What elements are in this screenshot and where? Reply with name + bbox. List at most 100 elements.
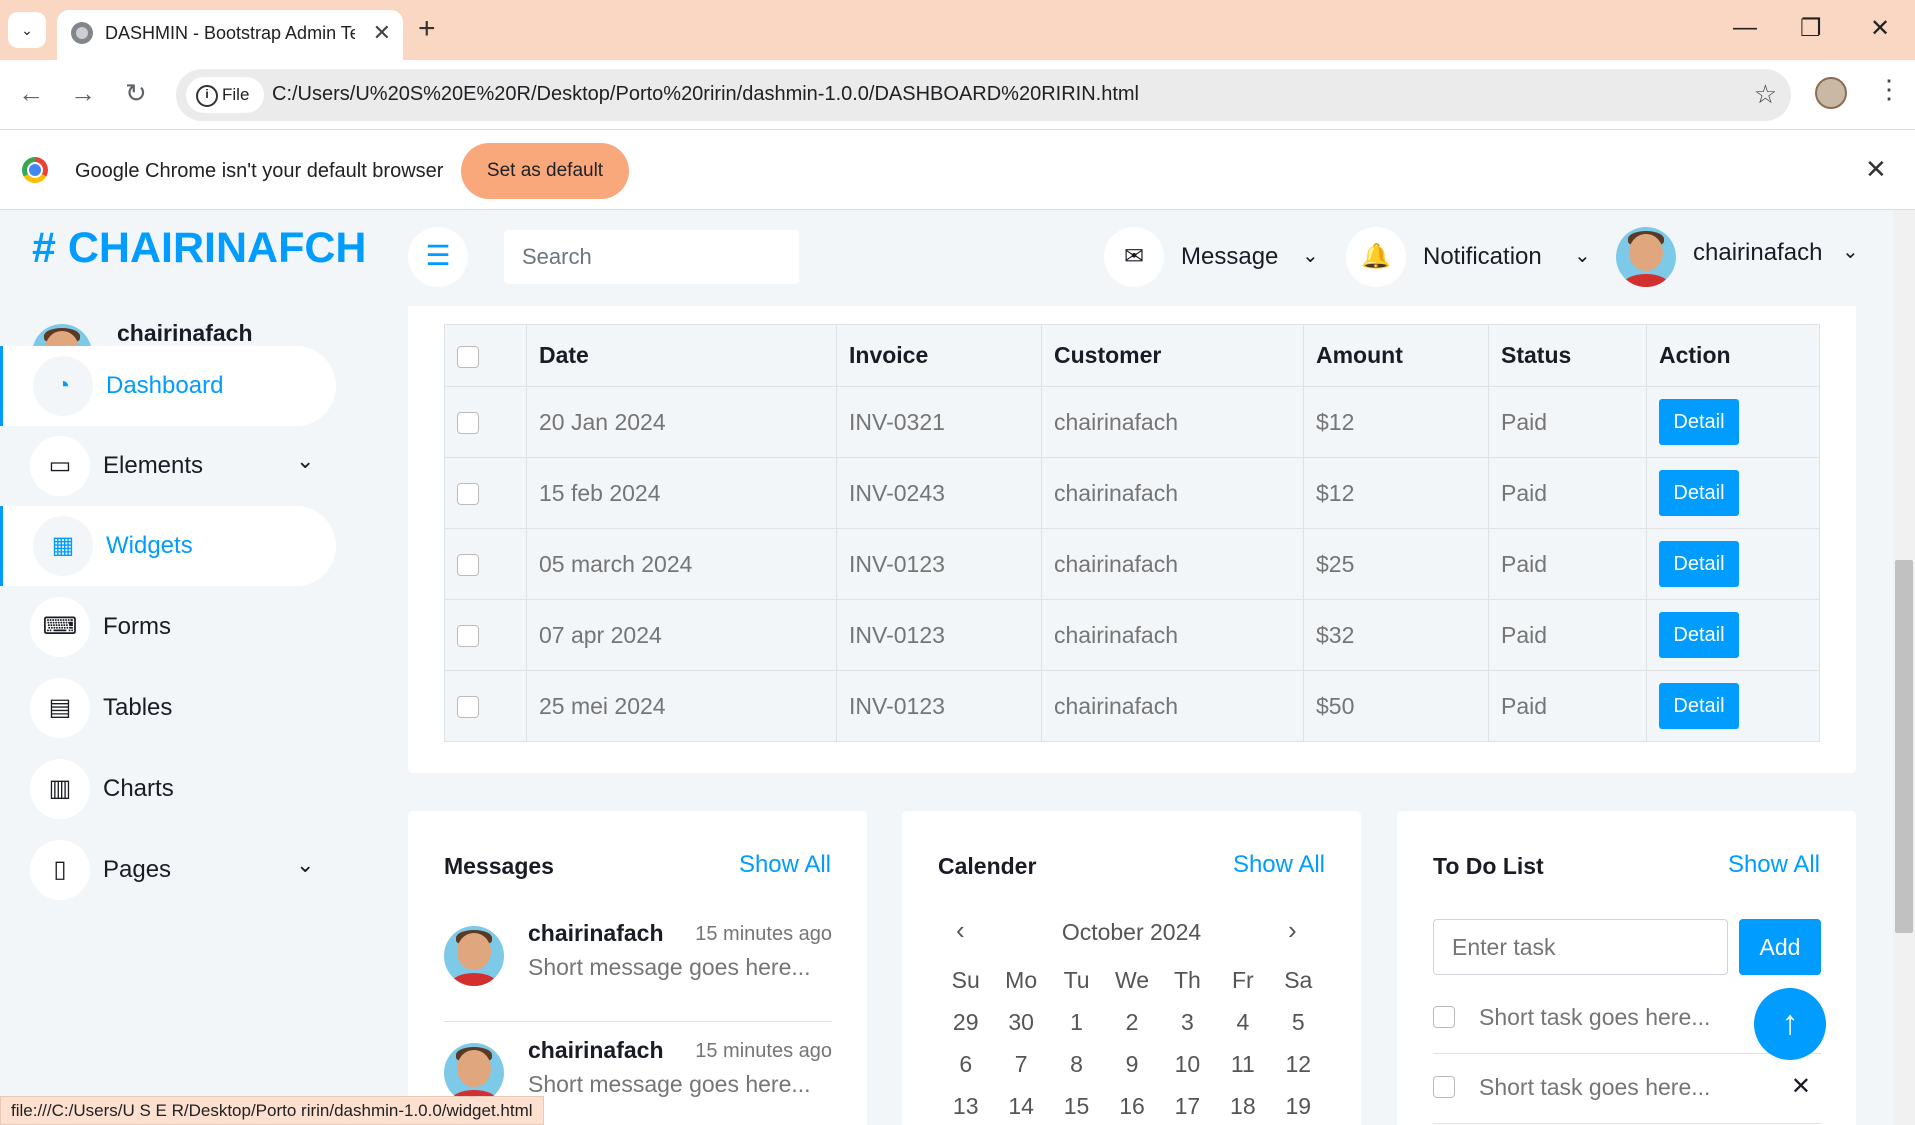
sidebar: # CHAIRINAFCH chairinafach Admin ◔ Dashb…	[0, 210, 372, 1125]
calendar-day[interactable]: 5	[1271, 1001, 1326, 1043]
weekday-label: Th	[1174, 967, 1201, 993]
sidebar-item-pages[interactable]: ▯ Pages ⌄	[0, 830, 336, 910]
detail-button[interactable]: Detail	[1659, 683, 1739, 729]
browser-tab[interactable]: DASHMIN - Bootstrap Admin Te ✕	[57, 10, 403, 60]
calendar-day[interactable]: 15	[1049, 1085, 1104, 1125]
calendar-day[interactable]: 29	[938, 1001, 993, 1043]
calendar-day[interactable]: 9	[1104, 1043, 1159, 1085]
sidebar-item-elements[interactable]: ▭ Elements ⌄	[0, 426, 336, 506]
message-dropdown[interactable]: ✉ Message ⌄	[1104, 227, 1334, 287]
infobar-close-icon[interactable]: ✕	[1865, 154, 1887, 185]
detail-button[interactable]: Detail	[1659, 541, 1739, 587]
customer-cell: chairinafach	[1041, 528, 1304, 600]
bookmark-star-icon[interactable]: ☆	[1754, 79, 1777, 110]
browser-menu-icon[interactable]: ⋮	[1876, 74, 1902, 105]
invoice-cell: INV-0243	[836, 457, 1042, 529]
address-bar[interactable]: File C:/Users/U%20S%20E%20R/Desktop/Port…	[176, 69, 1791, 121]
new-tab-button[interactable]: +	[418, 12, 436, 46]
detail-button[interactable]: Detail	[1659, 399, 1739, 445]
tab-close-icon[interactable]: ✕	[373, 20, 391, 46]
window-close-button[interactable]: ✕	[1870, 14, 1890, 43]
add-task-button[interactable]: Add	[1739, 919, 1821, 975]
row-checkbox[interactable]	[457, 412, 479, 435]
delete-task-icon[interactable]: ✕	[1791, 1072, 1811, 1101]
calendar-day[interactable]: 17	[1160, 1085, 1215, 1125]
calendar-day[interactable]: 1	[1049, 1001, 1104, 1043]
message-sender: chairinafach	[528, 920, 664, 946]
back-arrow-icon[interactable]: ←	[18, 78, 44, 109]
sidebar-item-forms[interactable]: ⌨ Forms	[0, 587, 336, 667]
page-content: # CHAIRINAFCH chairinafach Admin ◔ Dashb…	[0, 210, 1893, 1125]
row-checkbox[interactable]	[457, 696, 479, 719]
weekday-label: We	[1114, 967, 1150, 993]
infobar-text: Google Chrome isn't your default browser	[75, 160, 444, 182]
calendar-day[interactable]: 4	[1215, 1001, 1270, 1043]
task-text: Short task goes here...	[1479, 1074, 1711, 1100]
select-all-checkbox[interactable]	[457, 345, 479, 368]
notification-dropdown[interactable]: 🔔 Notification ⌄	[1346, 227, 1606, 287]
table-row: 15 feb 2024 INV-0243 chairinafach $12 Pa…	[444, 457, 1820, 529]
set-as-default-button[interactable]: Set as default	[461, 143, 629, 199]
messages-title: Messages	[444, 853, 554, 879]
calendar-day[interactable]: 8	[1049, 1043, 1104, 1085]
task-checkbox[interactable]	[1433, 1076, 1455, 1098]
reload-icon[interactable]: ↻	[125, 78, 147, 109]
forward-arrow-icon[interactable]: →	[70, 78, 96, 109]
sidebar-item-tables[interactable]: ▤ Tables	[0, 668, 336, 748]
browser-profile-avatar[interactable]	[1815, 77, 1847, 109]
calendar-day[interactable]: 12	[1271, 1043, 1326, 1085]
sidebar-item-dashboard[interactable]: ◔ Dashboard	[0, 346, 336, 426]
site-info-chip[interactable]: File	[186, 77, 264, 113]
detail-button[interactable]: Detail	[1659, 612, 1739, 658]
calendar-day[interactable]: 2	[1104, 1001, 1159, 1043]
message-text: Short message goes here...	[528, 1071, 811, 1097]
restore-button[interactable]: ❐	[1800, 14, 1822, 43]
row-checkbox[interactable]	[457, 625, 479, 648]
tab-title: DASHMIN - Bootstrap Admin Te	[105, 23, 355, 43]
calendar-day[interactable]: 13	[938, 1085, 993, 1125]
row-select-cell	[444, 599, 527, 671]
table-row: 25 mei 2024 INV-0123 chairinafach $50 Pa…	[444, 670, 1820, 742]
status-cell: Paid	[1488, 528, 1647, 600]
invoice-cell: INV-0123	[836, 599, 1042, 671]
tab-search-button[interactable]: ⌄	[8, 12, 46, 48]
calendar-day[interactable]: 7	[993, 1043, 1048, 1085]
sidebar-toggle-button[interactable]: ☰	[408, 227, 468, 287]
message-text: Short message goes here...	[528, 954, 811, 980]
url-text[interactable]: C:/Users/U%20S%20E%20R/Desktop/Porto%20r…	[272, 83, 1139, 106]
calendar-day[interactable]: 10	[1160, 1043, 1215, 1085]
calendar-show-all-link[interactable]: Show All	[1233, 851, 1325, 879]
avatar	[1616, 227, 1676, 287]
task-input[interactable]	[1433, 919, 1728, 975]
task-checkbox[interactable]	[1433, 1006, 1455, 1028]
calendar-day[interactable]: 3	[1160, 1001, 1215, 1043]
calendar-day[interactable]: 30	[993, 1001, 1048, 1043]
weekday-label: Mo	[1005, 967, 1038, 993]
calendar-day[interactable]: 18	[1215, 1085, 1270, 1125]
date-cell: 15 feb 2024	[526, 457, 837, 529]
calendar-day[interactable]: 11	[1215, 1043, 1270, 1085]
action-cell: Detail	[1646, 528, 1820, 600]
todo-show-all-link[interactable]: Show All	[1728, 851, 1820, 879]
chevron-right-icon[interactable]: ›	[1288, 915, 1297, 946]
calendar-day[interactable]: 19	[1271, 1085, 1326, 1125]
calendar-day[interactable]: 14	[993, 1085, 1048, 1125]
scrollbar-thumb[interactable]	[1895, 560, 1913, 933]
brand-logo[interactable]: # CHAIRINAFCH	[32, 224, 366, 273]
row-checkbox[interactable]	[457, 554, 479, 577]
back-to-top-button[interactable]: ↑	[1754, 988, 1826, 1060]
minimize-button[interactable]: —	[1733, 14, 1757, 42]
sidebar-item-widgets[interactable]: ▦ Widgets	[0, 506, 336, 586]
weekday-label: Su	[951, 967, 980, 993]
messages-show-all-link[interactable]: Show All	[739, 851, 831, 879]
top-navbar: ☰ ✉ Message ⌄ 🔔 Notification ⌄ chairinaf…	[372, 210, 1893, 306]
calendar-day[interactable]: 6	[938, 1043, 993, 1085]
detail-button[interactable]: Detail	[1659, 470, 1739, 516]
todo-title: To Do List	[1433, 853, 1544, 879]
sidebar-item-charts[interactable]: ▥ Charts	[0, 749, 336, 829]
row-checkbox[interactable]	[457, 483, 479, 506]
search-input[interactable]	[504, 230, 799, 284]
sidebar-item-label: Charts	[103, 775, 174, 802]
calendar-day[interactable]: 16	[1104, 1085, 1159, 1125]
user-dropdown[interactable]: chairinafach ⌄	[1616, 227, 1876, 287]
